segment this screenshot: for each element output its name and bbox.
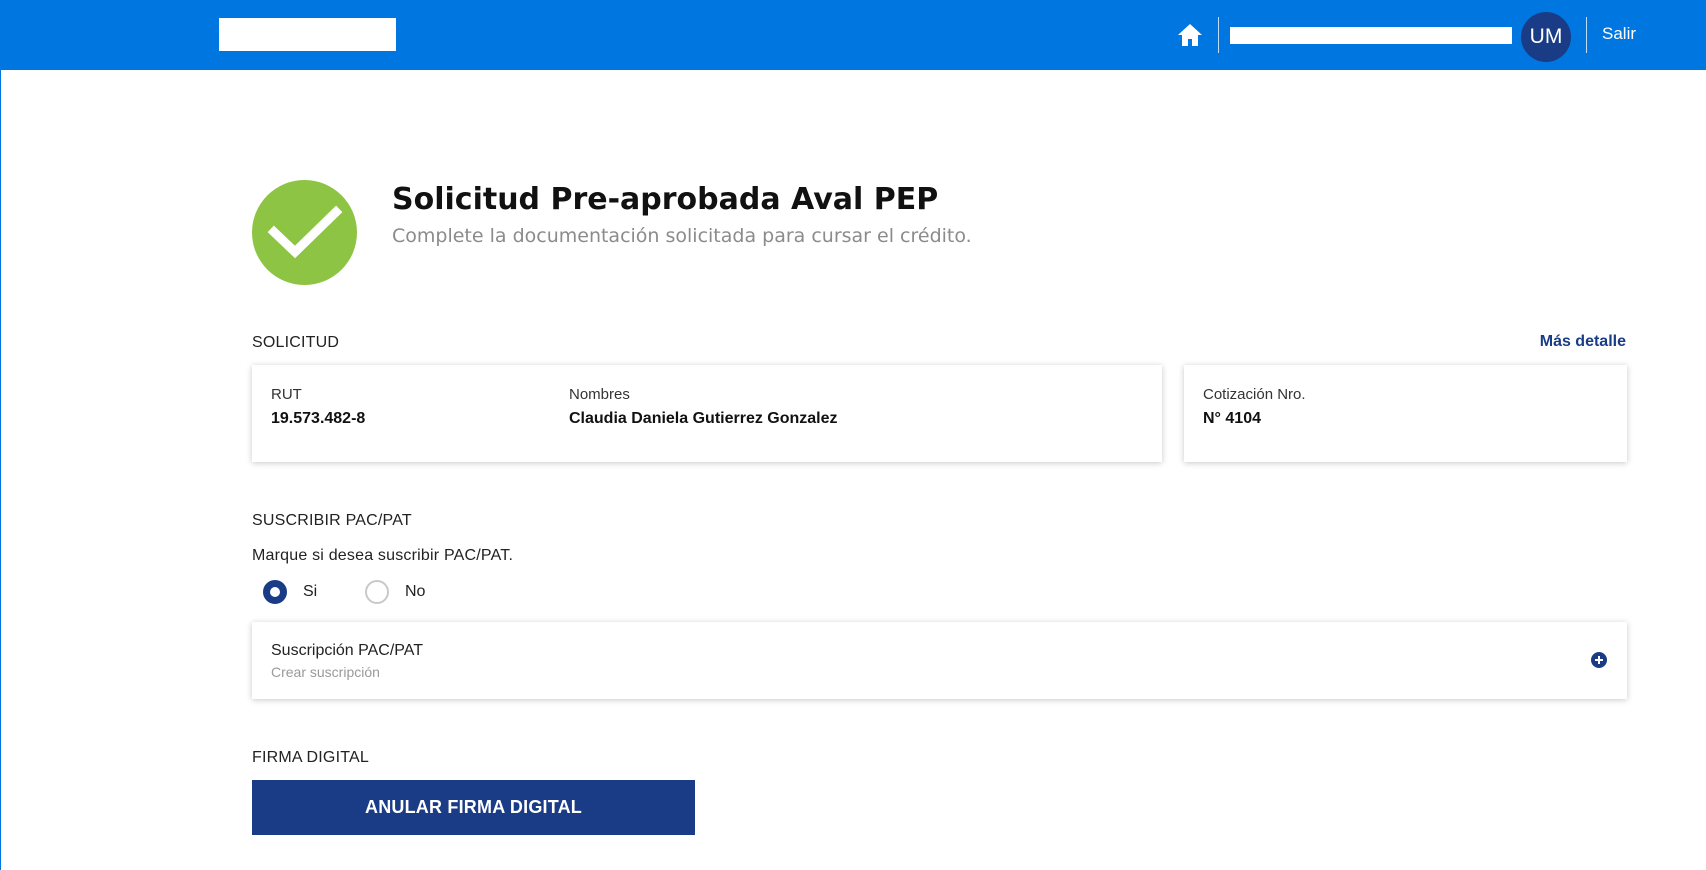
nombres-value: Claudia Daniela Gutierrez Gonzalez xyxy=(569,410,838,427)
section-title-solicitud: SOLICITUD xyxy=(252,334,340,351)
home-button[interactable] xyxy=(1175,20,1205,50)
pac-card-title: Suscripción PAC/PAT xyxy=(271,642,424,659)
page-title: Solicitud Pre-aprobada Aval PEP xyxy=(392,182,939,217)
nombres-label: Nombres xyxy=(569,386,630,403)
pac-prompt: Marque si desea suscribir PAC/PAT. xyxy=(252,547,514,564)
radio-label-si: Si xyxy=(303,583,318,600)
rut-value: 19.573.482-8 xyxy=(271,410,366,427)
applicant-card: RUT 19.573.482-8 Nombres Claudia Daniela… xyxy=(252,365,1162,462)
more-detail-link[interactable]: Más detalle xyxy=(1540,333,1626,351)
section-title-pac: SUSCRIBIR PAC/PAT xyxy=(252,512,412,529)
top-bar: UM Salir xyxy=(1,0,1706,70)
pac-subscription-card[interactable]: Suscripción PAC/PAT Crear suscripción xyxy=(252,622,1627,699)
pac-card-subtitle: Crear suscripción xyxy=(271,664,380,680)
cancel-digital-signature-button[interactable]: ANULAR FIRMA DIGITAL xyxy=(252,780,695,835)
home-icon xyxy=(1178,24,1202,46)
plus-circle-icon[interactable] xyxy=(1591,652,1607,668)
header-divider xyxy=(1218,17,1219,53)
logout-link[interactable]: Salir xyxy=(1602,24,1636,46)
check-circle-icon xyxy=(252,180,357,285)
radio-option-no[interactable]: No xyxy=(365,580,425,604)
page-subtitle: Complete la documentación solicitada par… xyxy=(392,225,972,247)
header-divider xyxy=(1586,17,1587,53)
rut-label: RUT xyxy=(271,386,302,403)
logo[interactable] xyxy=(219,18,396,51)
user-name-field xyxy=(1230,27,1512,44)
page: UM Salir Solicitud Pre-aprobada Aval PEP… xyxy=(0,0,1706,870)
radio-unchecked-icon[interactable] xyxy=(365,580,389,604)
radio-option-si[interactable]: Si xyxy=(263,580,317,604)
cotizacion-value: N° 4104 xyxy=(1203,410,1261,427)
radio-checked-icon[interactable] xyxy=(263,580,287,604)
cotizacion-label: Cotización Nro. xyxy=(1203,386,1306,403)
section-title-firma: FIRMA DIGITAL xyxy=(252,749,369,766)
avatar[interactable]: UM xyxy=(1521,12,1571,62)
quote-card: Cotización Nro. N° 4104 xyxy=(1184,365,1627,462)
radio-label-no: No xyxy=(405,583,426,600)
